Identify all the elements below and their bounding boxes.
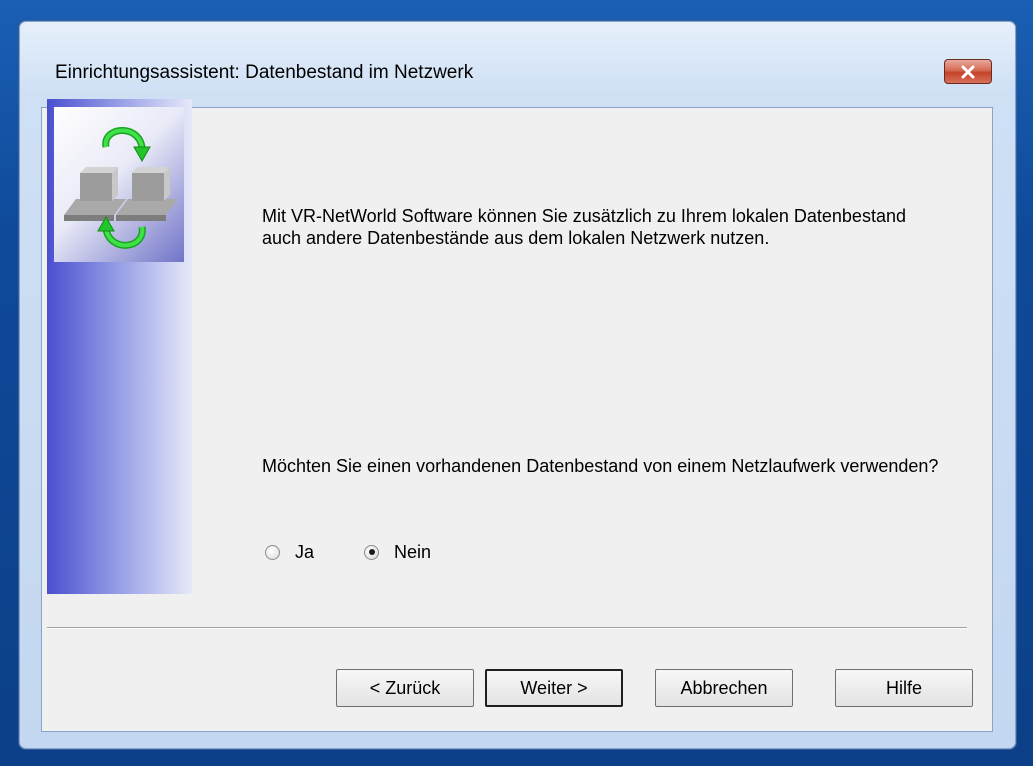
radio-nein[interactable]: Nein xyxy=(364,541,431,563)
title-bar[interactable]: Einrichtungsassistent: Datenbestand im N… xyxy=(19,21,1016,105)
radio-nein-circle[interactable] xyxy=(364,544,379,560)
close-icon xyxy=(961,65,975,78)
close-button[interactable] xyxy=(944,59,992,84)
window-title: Einrichtungsassistent: Datenbestand im N… xyxy=(55,62,474,83)
next-button[interactable]: Weiter > xyxy=(485,669,623,707)
cancel-button[interactable]: Abbrechen xyxy=(655,669,793,707)
radio-ja-circle[interactable] xyxy=(265,544,280,560)
help-button[interactable]: Hilfe xyxy=(835,669,973,707)
question-text: Möchten Sie einen vorhandenen Datenbesta… xyxy=(262,456,939,476)
network-sync-illustration xyxy=(54,107,184,262)
intro-text: Mit VR-NetWorld Software können Sie zusä… xyxy=(262,206,906,248)
radio-selected-dot xyxy=(368,549,375,555)
network-sync-icon xyxy=(64,127,178,249)
back-button[interactable]: < Zurück xyxy=(336,669,474,707)
radio-nein-label: Nein xyxy=(394,542,432,562)
radio-ja[interactable]: Ja xyxy=(265,541,314,563)
radio-ja-label: Ja xyxy=(295,542,315,562)
wizard-banner xyxy=(47,99,192,594)
button-separator xyxy=(47,627,967,629)
